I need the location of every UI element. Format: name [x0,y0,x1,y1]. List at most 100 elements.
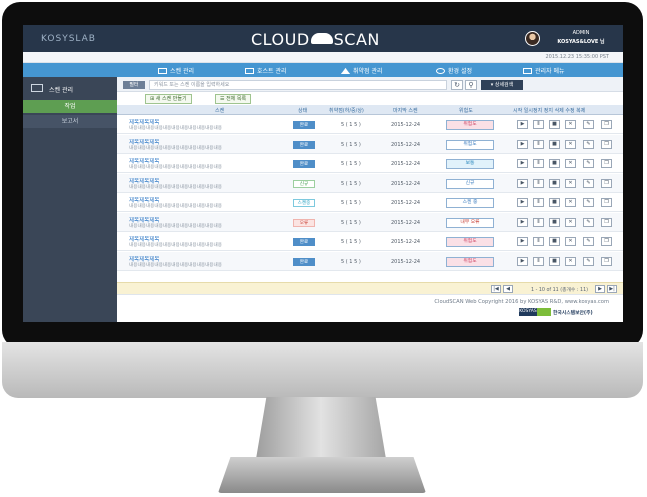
header-vulnerability[interactable]: 취약점(하/중/상) [329,107,364,114]
user-avatar[interactable] [525,31,540,46]
pagination-text: 1 - 10 of 11 (총개수 : 11) [531,288,588,293]
risk-level: 신규 [446,178,494,189]
delete-icon[interactable]: ✕ [565,198,576,207]
stop-icon[interactable]: ■ [549,178,560,188]
vulnerability-count: 5 ( 1 5 ) [341,161,361,167]
edit-icon[interactable]: ✎ [583,237,594,246]
table-header: 스켄 상태 취약점(하/중/상) 마지막 스켄 위험도 시작 일시정지 정지 삭… [117,105,623,115]
copy-icon[interactable]: ❐ [601,120,612,129]
stop-icon[interactable]: ■ [549,256,560,266]
risk-level: 보통 [446,159,494,169]
edit-icon[interactable]: ✎ [583,120,594,129]
table-row[interactable]: 제목제목제목 내용내용내용내용내용내용내용내용내용내용내용 스켄중 5 ( 1 5 )… [117,193,623,212]
sidebar-item-jobs[interactable]: 작업 [23,100,117,113]
menu-item-vulnerability[interactable]: 취약점 관리 [341,66,383,75]
delete-icon[interactable]: ✕ [565,139,576,149]
play-icon[interactable]: ▶ [517,120,528,129]
stop-icon[interactable]: ■ [549,217,560,227]
menu-item-label: 취약점 관리 [353,68,383,75]
play-icon[interactable]: ▶ [517,139,528,149]
header-status[interactable]: 상태 [298,107,307,114]
last-scan-date: 2015-12-24 [391,258,421,265]
delete-icon[interactable]: ✕ [565,237,576,246]
delete-icon[interactable]: ✕ [565,159,576,168]
play-icon[interactable]: ▶ [517,256,528,266]
app-logo[interactable]: KOSYSLAB [41,34,96,44]
pause-icon[interactable]: Ⅱ [533,256,544,266]
edit-icon[interactable]: ✎ [583,256,594,266]
menu-item-admin[interactable]: 관리자 메뉴 [523,66,565,75]
stop-icon[interactable]: ■ [549,198,560,207]
table-row[interactable]: 제목제목제목 내용내용내용내용내용내용내용내용내용내용내용 완료 5 ( 1 5 ) 2… [117,115,623,134]
menu-item-host[interactable]: 호스트 관리 [245,66,287,75]
edit-icon[interactable]: ✎ [583,178,594,188]
first-page-icon[interactable]: |◀ [491,285,501,293]
delete-icon[interactable]: ✕ [565,217,576,227]
stop-icon[interactable]: ■ [549,139,560,149]
filter-search-input[interactable]: 키워드 또는 스켄 이름을 입력하세요 [149,80,447,90]
scan-description: 내용내용내용내용내용내용내용내용내용내용내용 [129,184,222,190]
table-row[interactable]: 제목제목제목 내용내용내용내용내용내용내용내용내용내용내용 완료 5 ( 1 5 ) 2… [117,154,623,173]
pause-icon[interactable]: Ⅱ [533,217,544,227]
copy-icon[interactable]: ❐ [601,159,612,168]
pause-icon[interactable]: Ⅱ [533,237,544,246]
sidebar-item-reports[interactable]: 보고서 [23,115,117,128]
filter-label: 필터 [123,81,145,89]
edit-icon[interactable]: ✎ [583,139,594,149]
last-scan-date: 2015-12-24 [391,141,421,148]
admin-name-label[interactable]: KOSYAS&LOVE 님 [543,38,619,45]
play-icon[interactable]: ▶ [517,217,528,227]
copy-icon[interactable]: ❐ [601,237,612,246]
copy-icon[interactable]: ❐ [601,256,612,266]
table-row[interactable]: 제목제목제목 내용내용내용내용내용내용내용내용내용내용내용 완료 5 ( 1 5 ) 2… [117,251,623,271]
menu-item-scan[interactable]: 스켄 관리 [158,66,194,75]
table-row[interactable]: 제목제목제목 내용내용내용내용내용내용내용내용내용내용내용 완료 5 ( 1 5 ) 2… [117,232,623,251]
detail-search-button[interactable]: ▾ 상세검색 [481,80,523,90]
vulnerability-count: 5 ( 1 5 ) [341,122,361,128]
delete-icon[interactable]: ✕ [565,120,576,129]
next-page-icon[interactable]: ▶ [595,285,605,293]
sidebar: 스켄 관리 작업 보고서 [23,77,117,322]
edit-icon[interactable]: ✎ [583,198,594,207]
pause-icon[interactable]: Ⅱ [533,120,544,129]
play-icon[interactable]: ▶ [517,198,528,207]
header-risk[interactable]: 위험도 [459,107,473,114]
pause-icon[interactable]: Ⅱ [533,159,544,168]
scan-description: 내용내용내용내용내용내용내용내용내용내용내용 [129,126,222,131]
refresh-icon[interactable]: ↻ [451,80,463,90]
play-icon[interactable]: ▶ [517,237,528,246]
pause-icon[interactable]: Ⅱ [533,139,544,149]
copy-icon[interactable]: ❐ [601,178,612,188]
edit-icon[interactable]: ✎ [583,159,594,168]
monitor-stand-base [218,457,426,493]
delete-icon[interactable]: ✕ [565,178,576,188]
prev-page-icon[interactable]: ◀ [503,285,513,293]
play-icon[interactable]: ▶ [517,178,528,188]
header-last-scan[interactable]: 마지막 스켄 [393,107,418,114]
risk-level: 내부 오류 [446,217,494,228]
new-scan-button[interactable]: ⊞ 새 스켄 만들기 [145,94,192,104]
stop-icon[interactable]: ■ [549,120,560,129]
edit-icon[interactable]: ✎ [583,217,594,227]
table-row[interactable]: 제목제목제목 내용내용내용내용내용내용내용내용내용내용내용 완료 5 ( 1 5 ) 2… [117,134,623,154]
last-scan-date: 2015-12-24 [391,122,421,128]
delete-icon[interactable]: ✕ [565,256,576,266]
copy-icon[interactable]: ❐ [601,217,612,227]
menu-item-settings[interactable]: 환경 설정 [436,66,472,75]
copy-icon[interactable]: ❐ [601,198,612,207]
status-badge: 완료 [293,257,315,266]
play-icon[interactable]: ▶ [517,159,528,168]
search-icon[interactable]: ⚲ [465,80,477,90]
header-scan[interactable]: 스켄 [215,107,224,114]
status-badge: 완료 [293,160,315,168]
pause-icon[interactable]: Ⅱ [533,198,544,207]
stop-icon[interactable]: ■ [549,237,560,246]
stop-icon[interactable]: ■ [549,159,560,168]
table-row[interactable]: 제목제목제목 내용내용내용내용내용내용내용내용내용내용내용 오류 5 ( 1 5 ) 2… [117,212,623,232]
last-page-icon[interactable]: ▶| [607,285,617,293]
all-list-button[interactable]: ☰ 전체 목록 [215,94,252,104]
copy-icon[interactable]: ❐ [601,139,612,149]
status-badge: 완료 [293,140,315,149]
pause-icon[interactable]: Ⅱ [533,178,544,188]
table-row[interactable]: 제목제목제목 내용내용내용내용내용내용내용내용내용내용내용 신규 5 ( 1 5 ) 2… [117,173,623,193]
